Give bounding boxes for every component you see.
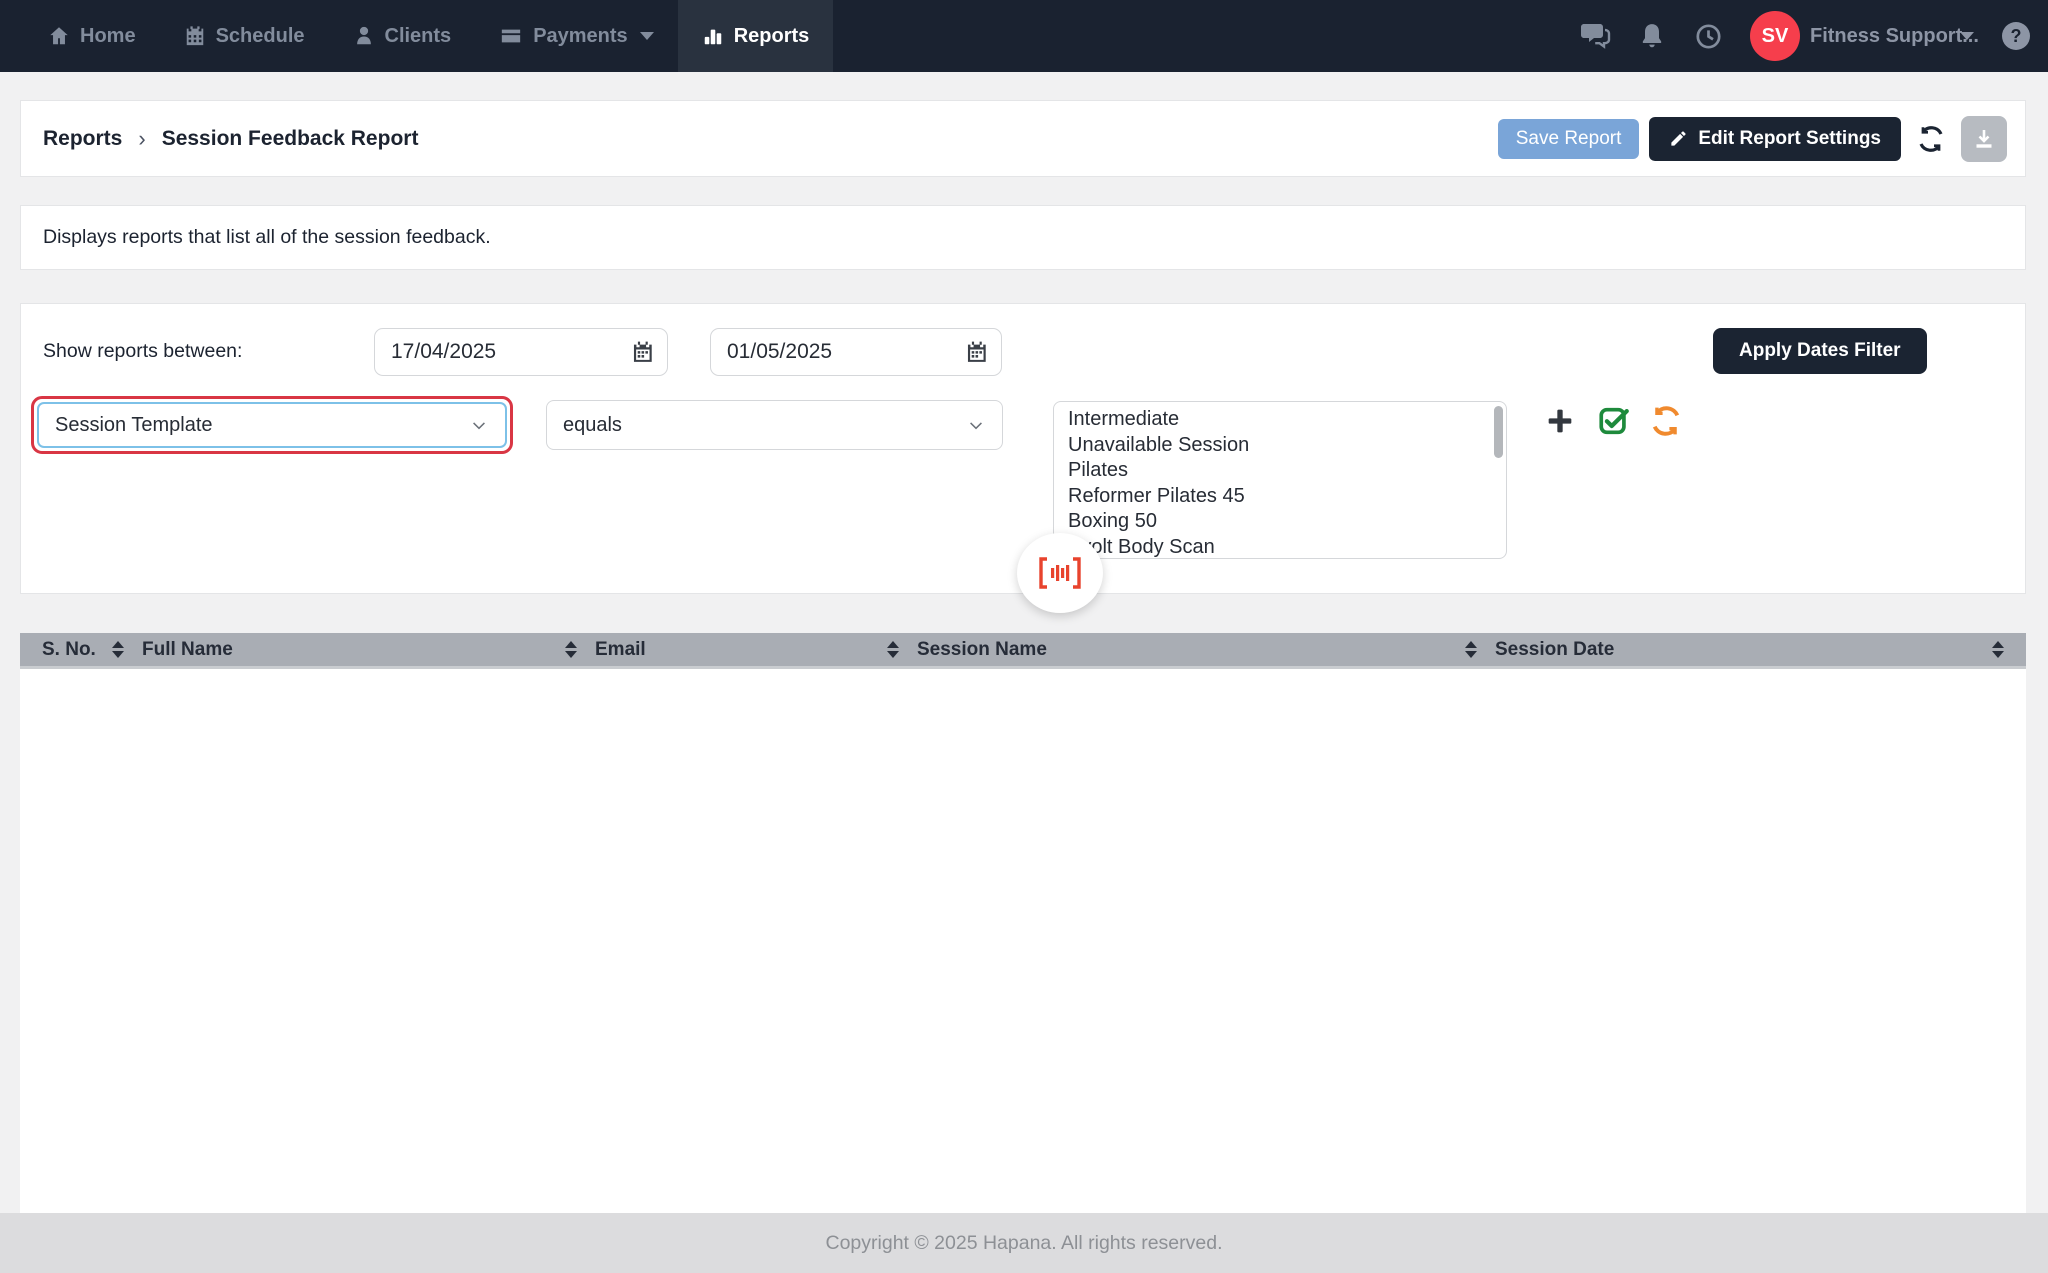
nav-home-label: Home: [80, 25, 136, 48]
column-header-session-name[interactable]: Session Name: [917, 639, 1495, 661]
breadcrumb-separator: ›: [138, 126, 145, 152]
home-icon: [48, 25, 70, 47]
operator-select[interactable]: equals: [546, 400, 1003, 450]
column-header-sno[interactable]: S. No.: [42, 639, 142, 661]
edit-report-settings-label: Edit Report Settings: [1698, 128, 1881, 150]
column-header-full-name[interactable]: Full Name: [142, 639, 595, 661]
report-field-select[interactable]: Session Template: [37, 402, 507, 448]
breadcrumb: Reports › Session Feedback Report: [43, 126, 418, 152]
column-label: Session Date: [1495, 639, 1614, 661]
download-report-button[interactable]: [1961, 116, 2007, 162]
calendar-icon: [965, 339, 989, 365]
nav-item-home[interactable]: Home: [24, 0, 160, 72]
nav-item-schedule[interactable]: Schedule: [160, 0, 329, 72]
list-scrollbar[interactable]: [1494, 406, 1503, 458]
chat-icon: [1580, 22, 1612, 50]
list-item[interactable]: Intermediate: [1068, 407, 1492, 433]
sort-icon[interactable]: [112, 641, 124, 658]
avatar[interactable]: SV: [1750, 11, 1800, 61]
field-select-highlight: Session Template: [31, 396, 513, 454]
add-filter-button[interactable]: [1541, 402, 1579, 440]
apply-dates-filter-button[interactable]: Apply Dates Filter: [1713, 328, 1927, 374]
sort-icon[interactable]: [887, 641, 899, 658]
date-to-input[interactable]: [727, 340, 965, 364]
history-button[interactable]: [1680, 0, 1736, 72]
credit-card-icon: [499, 25, 523, 47]
download-icon: [1972, 127, 1996, 151]
person-icon: [353, 25, 375, 47]
list-item[interactable]: Reformer Pilates 45: [1068, 484, 1492, 510]
chevron-down-icon: [640, 32, 654, 40]
page-footer: Copyright © 2025 Hapana. All rights rese…: [0, 1213, 2048, 1273]
column-header-session-date[interactable]: Session Date: [1495, 639, 2004, 661]
apply-dates-filter-label: Apply Dates Filter: [1739, 340, 1901, 362]
notifications-button[interactable]: [1624, 0, 1680, 72]
date-from-field[interactable]: [374, 328, 668, 376]
nav-payments-label: Payments: [533, 25, 628, 48]
plus-icon: [1544, 405, 1576, 437]
save-report-button[interactable]: Save Report: [1498, 119, 1640, 159]
bell-icon: [1639, 22, 1665, 50]
avatar-initials: SV: [1762, 25, 1789, 48]
nav-item-payments[interactable]: Payments: [475, 0, 678, 72]
date-from-input[interactable]: [391, 340, 631, 364]
barcode-loader-icon: [1036, 555, 1084, 591]
edit-report-settings-button[interactable]: Edit Report Settings: [1649, 117, 1901, 161]
refresh-report-button[interactable]: [1911, 117, 1951, 161]
loading-spinner: [1017, 533, 1103, 613]
check-square-icon: [1597, 404, 1631, 438]
calendar-icon: [631, 339, 655, 365]
column-label: Full Name: [142, 639, 233, 661]
sort-icon[interactable]: [1465, 641, 1477, 658]
results-table-body: [20, 669, 2026, 1213]
help-button[interactable]: ?: [2002, 22, 2030, 50]
copyright-text: Copyright © 2025 Hapana. All rights rese…: [826, 1232, 1223, 1255]
column-label: S. No.: [42, 639, 96, 661]
messages-button[interactable]: [1568, 0, 1624, 72]
list-item[interactable]: Evolt Body Scan: [1068, 535, 1492, 560]
header-actions: Save Report Edit Report Settings: [1498, 116, 2007, 162]
chevron-down-icon: [469, 415, 489, 435]
refresh-icon: [1916, 124, 1946, 154]
sort-icon[interactable]: [565, 641, 577, 658]
sync-icon: [1649, 404, 1683, 438]
report-field-value: Session Template: [55, 414, 213, 437]
date-to-field[interactable]: [710, 328, 1002, 376]
column-header-email[interactable]: Email: [595, 639, 917, 661]
navbar-right: SV Fitness Support... ?: [1568, 0, 2030, 72]
chevron-down-icon: [966, 415, 986, 435]
list-item[interactable]: Unavailable Session: [1068, 433, 1492, 459]
page-header-card: Reports › Session Feedback Report Save R…: [20, 100, 2026, 177]
column-label: Session Name: [917, 639, 1047, 661]
calendar-icon: [184, 25, 206, 47]
top-navbar: Home Schedule Clients Payments Reports: [0, 0, 2048, 72]
breadcrumb-reports-link[interactable]: Reports: [43, 127, 122, 151]
list-item[interactable]: Boxing 50: [1068, 509, 1492, 535]
session-options-list[interactable]: Intermediate Unavailable Session Pilates…: [1053, 401, 1507, 559]
show-reports-label: Show reports between:: [43, 340, 242, 363]
nav-item-reports[interactable]: Reports: [678, 0, 834, 72]
nav-reports-label: Reports: [734, 25, 810, 48]
nav-schedule-label: Schedule: [216, 25, 305, 48]
list-item[interactable]: Pilates: [1068, 458, 1492, 484]
save-report-label: Save Report: [1516, 128, 1622, 150]
help-icon: ?: [2011, 26, 2022, 47]
reset-options-button[interactable]: [1647, 402, 1685, 440]
nav-menu: Home Schedule Clients Payments Reports: [24, 0, 833, 72]
operator-value: equals: [563, 414, 622, 437]
sort-icon[interactable]: [1992, 641, 2004, 658]
clock-icon: [1695, 23, 1722, 50]
account-name[interactable]: Fitness Support...: [1810, 25, 1950, 48]
report-description: Displays reports that list all of the se…: [43, 226, 491, 249]
report-description-card: Displays reports that list all of the se…: [20, 205, 2026, 270]
column-label: Email: [595, 639, 646, 661]
select-all-button[interactable]: [1595, 402, 1633, 440]
results-table-header: S. No. Full Name Email Session Name Sess…: [20, 633, 2026, 669]
bar-chart-icon: [702, 25, 724, 47]
account-chevron-down-icon[interactable]: [1960, 32, 1974, 40]
page-title: Session Feedback Report: [162, 127, 419, 151]
pencil-icon: [1669, 129, 1688, 148]
nav-item-clients[interactable]: Clients: [329, 0, 476, 72]
nav-clients-label: Clients: [385, 25, 452, 48]
